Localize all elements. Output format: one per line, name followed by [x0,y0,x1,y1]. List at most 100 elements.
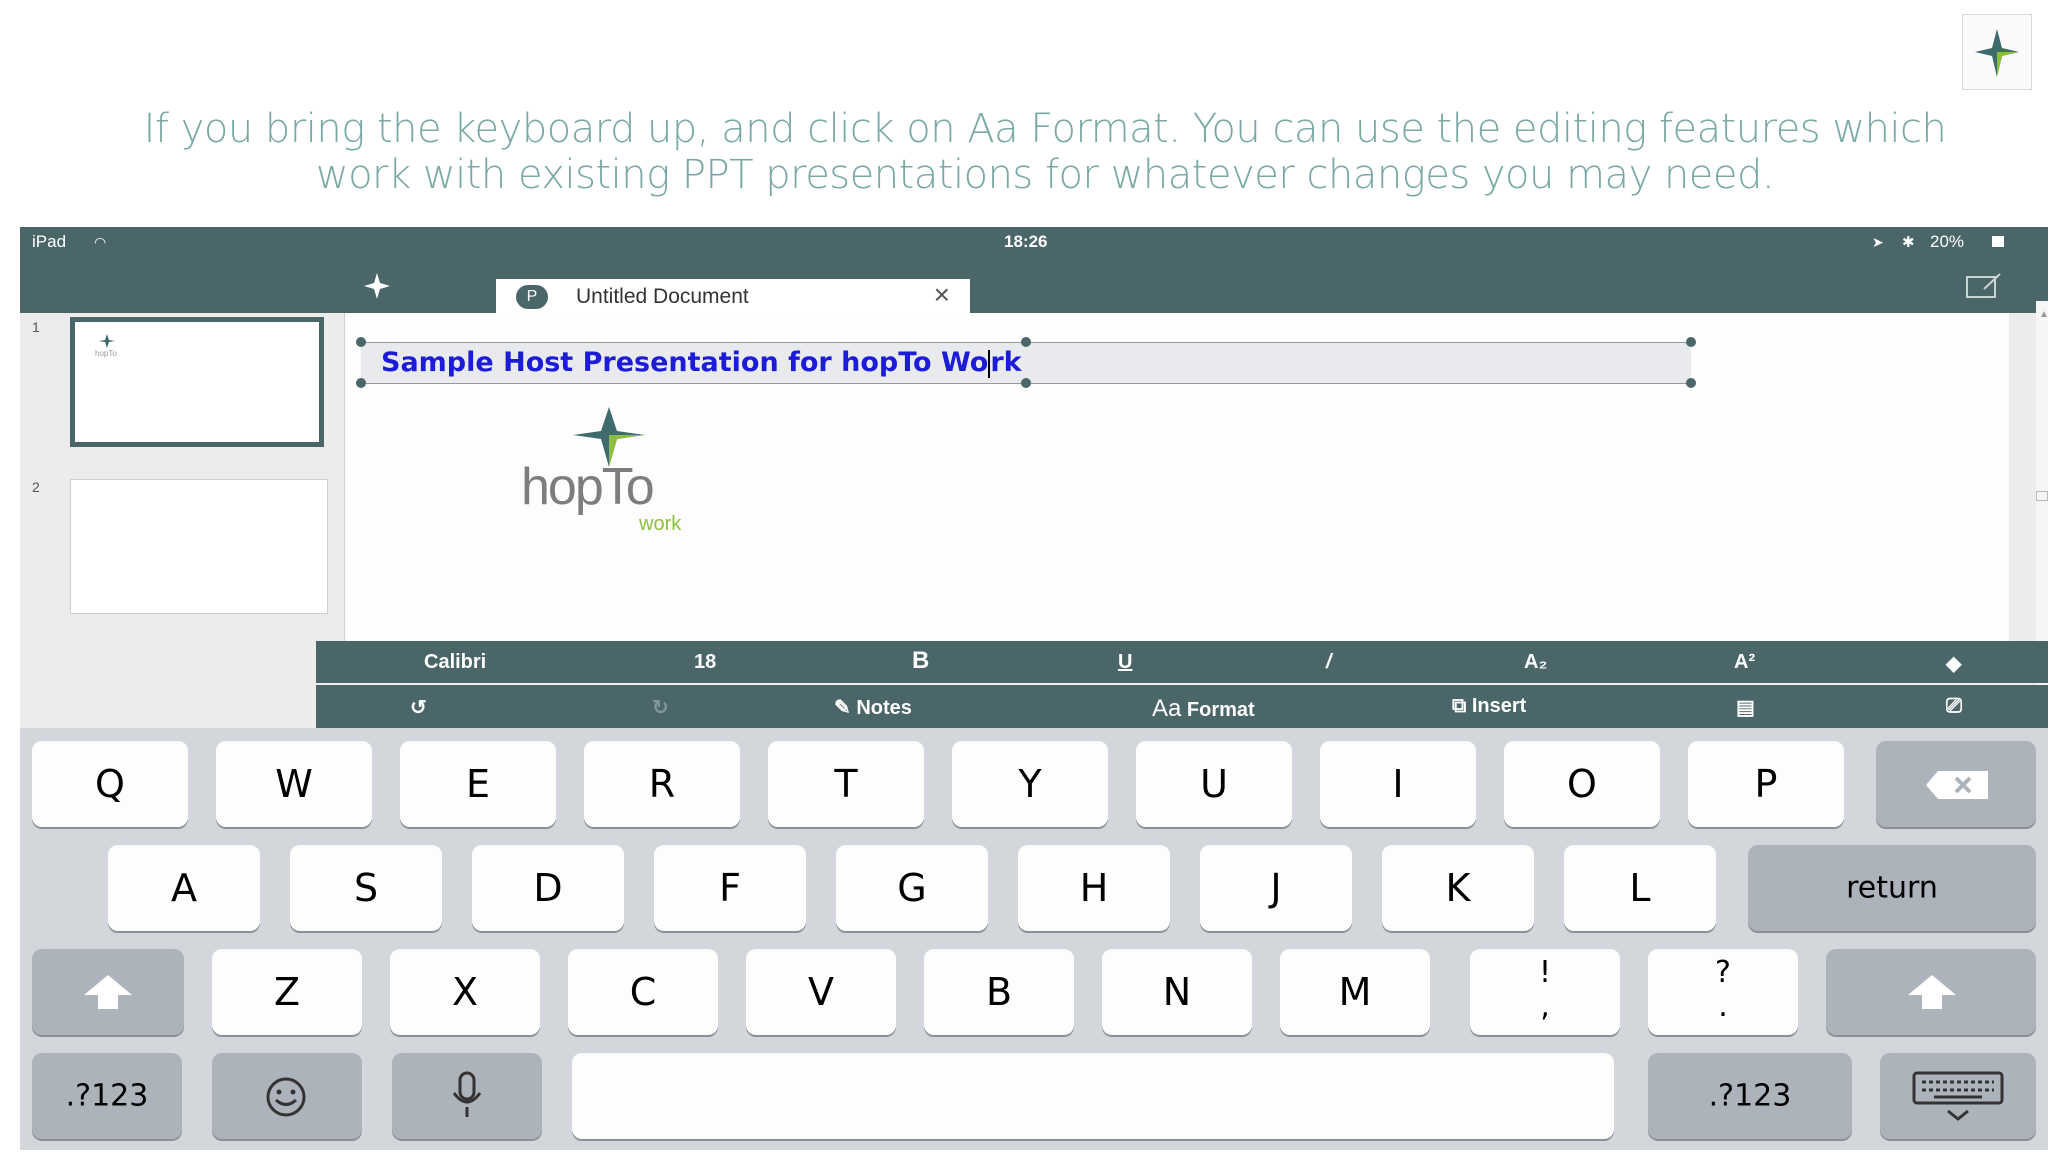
on-screen-keyboard: Q W E R T Y U I O P A S D F G H J K L re… [20,728,2048,1150]
resize-handle[interactable] [1686,337,1696,347]
key-l[interactable]: L [1564,845,1716,931]
resize-handle[interactable] [1021,337,1031,347]
numbers-key-left[interactable]: .?123 [32,1053,182,1139]
present-icon[interactable]: ⎚ [1946,695,1962,718]
ipad-screen: iPad ◠ 18:26 ➤ ✱ 20% P Untitled Document… [20,227,2048,1150]
resize-handle[interactable] [1021,378,1031,388]
key-r[interactable]: R [584,741,740,827]
caption-line-2: work with existing PPT presentations for… [315,152,1775,198]
microphone-icon [452,1071,482,1117]
delete-key[interactable] [1876,741,2036,827]
shift-key-left[interactable] [32,949,184,1035]
hopto-star-icon [1975,29,2019,77]
resize-handle[interactable] [1686,378,1696,388]
key-f[interactable]: F [654,845,806,931]
hopto-work-logo[interactable]: hopTo work [521,405,721,535]
shift-key-right[interactable] [1826,949,2036,1035]
scroll-up-icon[interactable]: ▲ [2039,309,2048,320]
numbers-key-right[interactable]: .?123 [1648,1053,1852,1139]
fill-color-icon[interactable]: ◆ [1946,651,1961,676]
slide-thumbnail-2[interactable] [70,479,328,614]
italic-button[interactable]: / [1326,651,1332,674]
document-tab[interactable]: P Untitled Document × [496,279,970,313]
document-title: Untitled Document [576,285,749,308]
redo-icon[interactable]: ↻ [652,695,669,720]
key-b[interactable]: B [924,949,1074,1035]
key-g[interactable]: G [836,845,988,931]
edit-icon[interactable] [1964,271,2004,306]
key-exclaim-comma[interactable]: ! , [1470,949,1620,1035]
format-bar: Calibri 18 B U / A₂ A² ◆ [316,641,2048,683]
slide-layout-icon[interactable]: ▤ [1736,695,1755,720]
key-w[interactable]: W [216,741,372,827]
hopto-corner-logo [1962,14,2032,90]
key-p[interactable]: P [1688,741,1844,827]
key-m[interactable]: M [1280,949,1430,1035]
dictation-key[interactable] [392,1053,542,1139]
font-family-select[interactable]: Calibri [424,651,486,674]
insert-icon: ⧉ [1452,695,1467,717]
slide-title-after-cursor: rk [990,347,1022,378]
key-t[interactable]: T [768,741,924,827]
clock: 18:26 [1004,232,1048,251]
slide-title-before-cursor: Sample Host Presentation for hopTo Wo [381,347,989,378]
emoji-key[interactable] [212,1053,362,1139]
key-y[interactable]: Y [952,741,1108,827]
notes-button[interactable]: ✎ Notes [834,695,912,720]
slide-thumbnail-1[interactable]: hopTo [70,317,324,447]
subscript-button[interactable]: A₂ [1524,651,1547,674]
key-k[interactable]: K [1382,845,1534,931]
format-icon: Aa [1152,695,1182,722]
key-n[interactable]: N [1102,949,1252,1035]
powerpoint-badge: P [516,285,548,309]
thumbnail-logo-icon: hopTo [95,334,117,358]
close-tab-icon[interactable]: × [934,281,950,309]
title-text-box[interactable]: Sample Host Presentation for hopTo Work [356,337,1696,388]
key-question-period[interactable]: ? . [1648,949,1798,1035]
resize-handle[interactable] [356,337,366,347]
undo-icon[interactable]: ↺ [410,695,427,720]
key-d[interactable]: D [472,845,624,931]
key-x[interactable]: X [390,949,540,1035]
underline-button[interactable]: U [1118,651,1132,674]
key-z[interactable]: Z [212,949,362,1035]
hide-keyboard-key[interactable] [1880,1053,2036,1139]
slide-title[interactable]: Sample Host Presentation for hopTo Work [381,347,1022,378]
notes-icon: ✎ [834,697,851,719]
key-s[interactable]: S [290,845,442,931]
scroll-thumb[interactable] [2036,491,2048,501]
emoji-icon [266,1077,306,1117]
resize-handle[interactable] [356,378,366,388]
key-o[interactable]: O [1504,741,1660,827]
key-h[interactable]: H [1018,845,1170,931]
font-size-select[interactable]: 18 [694,651,716,674]
battery-percent: 20% [1930,232,1965,251]
superscript-button[interactable]: A² [1734,651,1755,674]
bold-button[interactable]: B [912,647,929,675]
key-e[interactable]: E [400,741,556,827]
key-j[interactable]: J [1200,845,1352,931]
key-u[interactable]: U [1136,741,1292,827]
key-i[interactable]: I [1320,741,1476,827]
key-v[interactable]: V [746,949,896,1035]
slide-1-number: 1 [32,319,40,335]
wifi-icon: ◠ [94,234,107,250]
keyboard-dismiss-icon [1912,1071,2004,1121]
key-q[interactable]: Q [32,741,188,827]
caption-line-1: If you bring the keyboard up, and click … [143,106,1947,152]
insert-button[interactable]: ⧉ Insert [1452,695,1526,718]
slide-2-number: 2 [32,479,40,495]
hopto-star-icon [364,273,390,299]
backspace-icon [1926,771,1988,799]
key-c[interactable]: C [568,949,718,1035]
format-button[interactable]: Aa Format [1152,695,1255,723]
hopto-home-button[interactable] [360,269,394,308]
svg-text:hopTo: hopTo [95,349,117,358]
caption: If you bring the keyboard up, and click … [120,106,1970,198]
return-key[interactable]: return [1748,845,2036,931]
slide-canvas[interactable]: Sample Host Presentation for hopTo Work … [344,313,2009,667]
key-a[interactable]: A [108,845,260,931]
shift-icon [1908,975,1956,1009]
space-bar[interactable] [572,1053,1614,1139]
app-toolbar: P Untitled Document × [20,257,2048,313]
